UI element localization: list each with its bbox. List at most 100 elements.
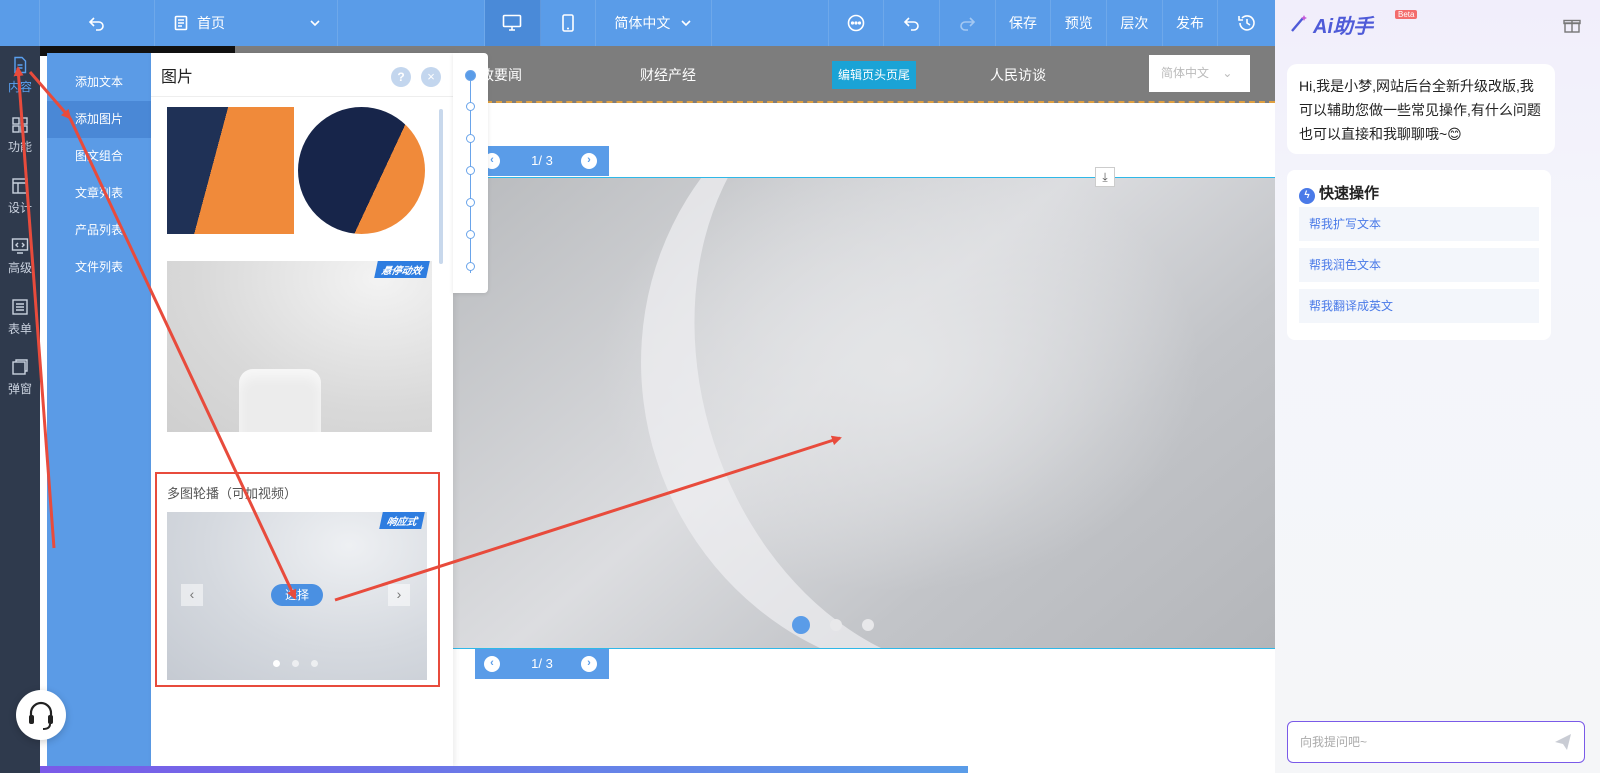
quick-action-translate-english[interactable]: 帮我翻译成英文 bbox=[1299, 289, 1539, 323]
toolbar-spacer bbox=[0, 0, 40, 46]
sidebar-item-label: 弹窗 bbox=[7, 382, 32, 396]
sidebar-item-label: 功能 bbox=[7, 140, 32, 154]
carousel-pager-top: ‹ 1/ 3 › bbox=[475, 146, 609, 176]
carousel-prev-button[interactable]: ‹ bbox=[181, 584, 203, 606]
preview-button[interactable]: 预览 bbox=[1051, 0, 1108, 46]
sidebar-item-popup[interactable]: 弹窗 bbox=[0, 348, 40, 404]
publish-button[interactable]: 发布 bbox=[1163, 0, 1219, 46]
nav-item[interactable]: 财经产经 bbox=[640, 65, 696, 85]
sidebar-item-content[interactable]: 内容 bbox=[0, 46, 40, 102]
redo-button[interactable] bbox=[940, 0, 996, 46]
carousel-dot[interactable] bbox=[792, 616, 810, 634]
sidebar-item-label: 内容 bbox=[7, 80, 32, 94]
carousel-dot[interactable] bbox=[292, 660, 299, 667]
carousel-template-preview[interactable]: 响应式 ‹ 选择 › bbox=[167, 512, 427, 680]
popup-icon bbox=[12, 359, 28, 375]
category-add-image[interactable]: 添加图片 bbox=[47, 101, 151, 138]
quick-action-polish-text[interactable]: 帮我润色文本 bbox=[1299, 248, 1539, 282]
sparkle-icon bbox=[1291, 15, 1307, 32]
panel-scrollbar[interactable] bbox=[439, 109, 443, 264]
vertical-slider-panel bbox=[453, 53, 488, 293]
image-template-hover[interactable]: 悬停动效 bbox=[167, 261, 432, 432]
carousel-dot[interactable] bbox=[273, 660, 280, 667]
language-selector[interactable]: 简体中文 bbox=[596, 0, 712, 46]
history-icon bbox=[1237, 15, 1255, 31]
ai-panel-title: Ai助手 bbox=[1313, 16, 1373, 38]
slider-node[interactable] bbox=[466, 262, 475, 271]
hero-carousel[interactable] bbox=[442, 177, 1275, 649]
more-button[interactable] bbox=[829, 0, 885, 46]
category-article-list[interactable]: 文章列表 bbox=[47, 175, 151, 212]
undo-button[interactable] bbox=[884, 0, 941, 46]
nav-item[interactable]: 人民访谈 bbox=[990, 65, 1046, 85]
desktop-view-button[interactable] bbox=[485, 0, 541, 46]
page-selector[interactable]: 首页 bbox=[155, 0, 338, 46]
download-icon[interactable]: ⤓ bbox=[1095, 167, 1115, 187]
mobile-view-button[interactable] bbox=[541, 0, 597, 46]
image-template-square[interactable] bbox=[167, 107, 294, 234]
category-image-text[interactable]: 图文组合 bbox=[47, 138, 151, 175]
slider-node[interactable] bbox=[466, 134, 475, 143]
select-button[interactable]: 选择 bbox=[271, 584, 323, 606]
slider-node[interactable] bbox=[465, 70, 476, 81]
send-icon[interactable] bbox=[1554, 733, 1572, 751]
close-icon[interactable]: × bbox=[421, 67, 441, 87]
carousel-template-highlight[interactable]: 多图轮播（可加视频） 响应式 ‹ 选择 › bbox=[155, 472, 440, 687]
image-template-circle[interactable] bbox=[298, 107, 425, 234]
toolbar-spacer-2 bbox=[338, 0, 486, 46]
page-selector-label: 首页 bbox=[197, 15, 226, 31]
gift-icon[interactable] bbox=[1563, 16, 1581, 34]
save-label: 保存 bbox=[1009, 15, 1038, 31]
slider-node[interactable] bbox=[466, 198, 475, 207]
sidebar-item-design[interactable]: 设计 bbox=[0, 167, 40, 223]
bottom-progress-bar bbox=[40, 766, 968, 773]
ai-greeting-bubble: Hi,我是小梦,网站后台全新升级改版,我可以辅助您做一些常见操作,有什么问题也可… bbox=[1287, 64, 1555, 154]
slider-node[interactable] bbox=[466, 102, 475, 111]
panel-title: 图片 bbox=[161, 68, 194, 86]
slider-node[interactable] bbox=[466, 230, 475, 239]
pager-next-button[interactable]: › bbox=[581, 153, 597, 169]
back-button[interactable] bbox=[40, 0, 156, 46]
form-icon bbox=[12, 299, 28, 315]
sidebar-item-form[interactable]: 表单 bbox=[0, 288, 40, 344]
save-button[interactable]: 保存 bbox=[996, 0, 1052, 46]
sidebar-item-function[interactable]: 功能 bbox=[0, 106, 40, 162]
category-add-text[interactable]: 添加文本 bbox=[47, 64, 151, 101]
layers-button[interactable]: 层次 bbox=[1107, 0, 1163, 46]
history-button[interactable] bbox=[1218, 0, 1275, 46]
carousel-dot[interactable] bbox=[830, 619, 842, 631]
site-language-label: 简体中文 bbox=[1161, 66, 1210, 80]
headset-icon bbox=[29, 701, 53, 730]
sidebar-item-advanced[interactable]: 高级 bbox=[0, 227, 40, 283]
category-product-list[interactable]: 产品列表 bbox=[47, 212, 151, 249]
back-icon bbox=[88, 17, 104, 31]
hero-image-curve bbox=[560, 178, 1275, 648]
document-icon bbox=[14, 56, 27, 74]
carousel-dot[interactable] bbox=[311, 660, 318, 667]
slider-node[interactable] bbox=[466, 166, 475, 175]
help-icon[interactable]: ? bbox=[391, 67, 411, 87]
left-icon-sidebar: 内容 功能 设计 高级 表单 弹窗 bbox=[0, 46, 40, 773]
layers-label: 层次 bbox=[1120, 15, 1149, 31]
category-file-list[interactable]: 文件列表 bbox=[47, 249, 151, 286]
ai-input-placeholder: 向我提问吧~ bbox=[1300, 735, 1368, 749]
site-language-select[interactable]: 简体中文 ⌄ bbox=[1149, 55, 1250, 92]
carousel-next-button[interactable]: › bbox=[388, 584, 410, 606]
redo-icon bbox=[960, 17, 976, 31]
carousel-dot[interactable] bbox=[862, 619, 874, 631]
chevron-down-icon: ⌄ bbox=[1222, 66, 1233, 80]
carousel-template-title: 多图轮播（可加视频） bbox=[167, 486, 298, 501]
edit-header-footer-button[interactable]: 编辑页头页尾 bbox=[832, 61, 916, 89]
sidebar-item-label: 设计 bbox=[7, 201, 32, 215]
layout-icon bbox=[12, 178, 28, 194]
pager-next-button[interactable]: › bbox=[581, 656, 597, 672]
quick-action-expand-text[interactable]: 帮我扩写文本 bbox=[1299, 207, 1539, 241]
responsive-badge: 响应式 bbox=[379, 512, 425, 529]
customer-support-button[interactable] bbox=[16, 690, 66, 740]
ai-question-input[interactable]: 向我提问吧~ bbox=[1287, 721, 1585, 763]
desktop-icon bbox=[503, 14, 522, 31]
carousel-pager-bottom: ‹ 1/ 3 › bbox=[475, 649, 609, 679]
more-icon bbox=[847, 14, 865, 32]
image-component-panel: 图片 ? × 悬停动效 多图轮播（可加视频） 响应式 ‹ 选择 › bbox=[151, 53, 453, 767]
hover-effect-badge: 悬停动效 bbox=[374, 261, 430, 278]
